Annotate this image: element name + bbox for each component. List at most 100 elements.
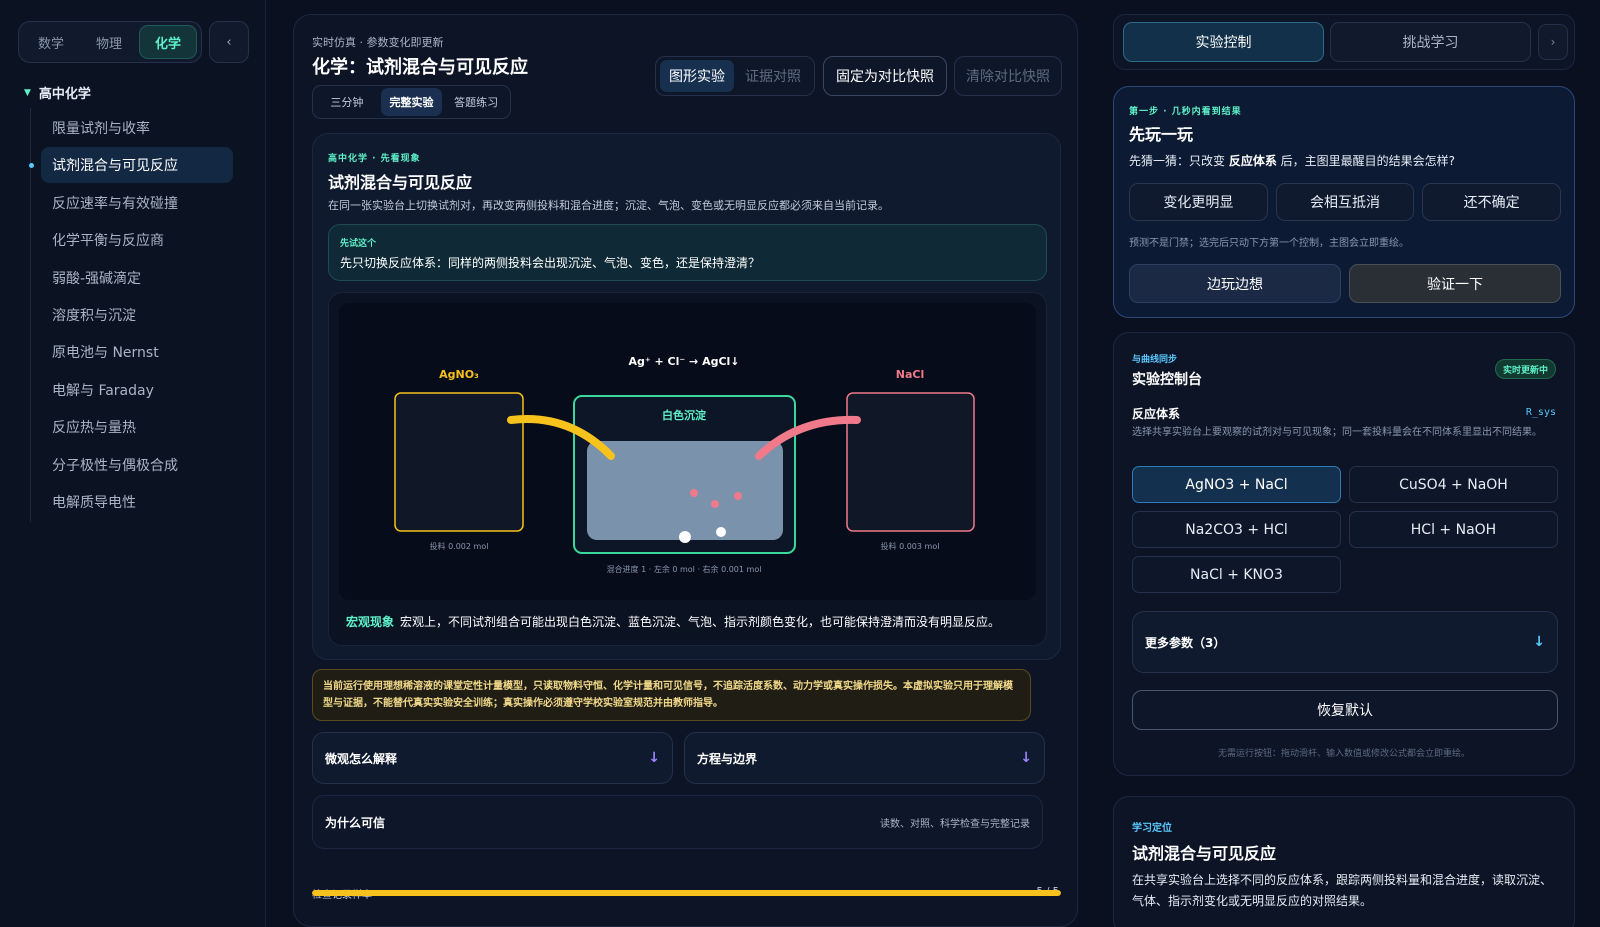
guess-options: 变化更明显 会相互抵消 还不确定 [1129, 183, 1562, 221]
control-footnote: 无需运行按钮：拖动滑杆、输入数值或修改公式都会立即重绘。 [1217, 749, 1470, 759]
particle-dot [734, 492, 742, 500]
learn-kicker: 学习定位 [1132, 823, 1172, 834]
right-beaker-label: NaCl [896, 368, 924, 381]
reaction-options: AgNO3 + NaCl CuSO4 + NaOH Na2CO3 + HCl H… [1132, 466, 1558, 593]
accordion-label: 微观怎么解释 [325, 751, 398, 766]
reaction-system-description: 选择共享实验台上要观察的试剂对与可见现象；同一套投料量会在不同体系里显出不同结果… [1132, 427, 1542, 438]
play-title: 先玩一玩 [1129, 125, 1194, 144]
topic-item[interactable]: 分子极性与偶极合成 [41, 447, 233, 483]
topic-item[interactable]: 弱酸-强碱滴定 [41, 260, 233, 296]
arrow-down-icon: ↓ [1533, 634, 1545, 650]
topic-item[interactable]: 电解与 Faraday [41, 372, 233, 408]
view-graphic-button[interactable]: 图形实验 [660, 60, 734, 92]
option-cuso4-naoh[interactable]: CuSO4 + NaOH [1349, 466, 1558, 503]
macro-observation: 宏观现象 宏观上，不同试剂组合可能出现白色沉淀、蓝色沉淀、气泡、指示剂颜色变化，也… [346, 613, 1000, 630]
arrow-down-icon: ↓ [1020, 750, 1032, 766]
view-evidence-button[interactable]: 证据对照 [736, 60, 810, 92]
accordion-micro-explanation[interactable]: 微观怎么解释 ↓ [312, 732, 673, 784]
view-toggle: 图形实验 证据对照 [655, 56, 815, 96]
tree-group-title: 高中化学 [38, 87, 91, 102]
play-question: 先猜一猜：只改变 反应体系 后，主图里最醒目的结果会怎样? [1129, 152, 1455, 169]
guess-cancel-out-button[interactable]: 会相互抵消 [1275, 183, 1415, 221]
option-hcl-naoh[interactable]: HCl + NaOH [1349, 511, 1558, 548]
chevron-down-icon: ▼ [24, 87, 31, 98]
tree-group-toggle[interactable]: ▼ 高中化学 [24, 83, 91, 102]
left-beaker [394, 392, 524, 532]
tab-challenge-learning[interactable]: 挑战学习 [1330, 22, 1531, 62]
play-kicker: 第一步 · 几秒内看到结果 [1129, 107, 1242, 117]
option-nacl-kno3[interactable]: NaCl + KNO3 [1132, 556, 1341, 593]
page-kicker: 实时仿真 · 参数变化即更新 [312, 36, 444, 49]
mode-tab-quiz[interactable]: 答题练习 [445, 88, 507, 116]
mixing-liquid [587, 441, 783, 540]
chevron-left-icon: ‹ [226, 34, 232, 50]
page-title: 化学：试剂混合与可见反应 [312, 57, 528, 78]
live-status-badge: 实时更新中 [1494, 359, 1556, 379]
topic-item[interactable]: 电解质导电性 [41, 484, 233, 520]
macro-text: 宏观上，不同试剂组合可能出现白色沉淀、蓝色沉淀、气泡、指示剂颜色变化，也可能保持… [400, 615, 1001, 629]
topic-list: 限量试剂与收率 试剂混合与可见反应 反应速率与有效碰撞 化学平衡与反应商 弱酸-… [29, 110, 233, 521]
nav-next-button[interactable]: › [1538, 24, 1568, 60]
experiment-kicker: 高中化学 · 先看现象 [328, 154, 421, 164]
left-feed-caption: 投料 0.002 mol [430, 541, 489, 551]
mode-tab-three-minutes[interactable]: 三分钟 [316, 88, 378, 116]
particle-dot [690, 489, 698, 497]
right-top-nav: 实验控制 挑战学习 › [1113, 14, 1575, 70]
guess-more-obvious-button[interactable]: 变化更明显 [1129, 183, 1268, 221]
subject-tab-physics[interactable]: 物理 [81, 25, 137, 59]
trust-row[interactable]: 为什么可信 读数、对照、科学检查与完整记录 [312, 795, 1043, 849]
tab-experiment-control[interactable]: 实验控制 [1123, 22, 1324, 62]
particle-dot [711, 500, 719, 508]
option-agno3-nacl[interactable]: AgNO3 + NaCl [1132, 466, 1341, 503]
hint-kicker: 先试这个 [340, 239, 377, 249]
collapse-sidebar-button[interactable]: ‹ [209, 21, 249, 63]
play-and-think-button[interactable]: 边玩边想 [1129, 264, 1341, 303]
option-na2co3-hcl[interactable]: Na2CO3 + HCl [1132, 511, 1341, 548]
pin-snapshot-button[interactable]: 固定为对比快照 [823, 56, 947, 96]
reaction-system-symbol: R_sys [1525, 407, 1556, 418]
question-emphasis: 反应体系 [1228, 154, 1277, 168]
topic-item[interactable]: 溶度积与沉淀 [41, 297, 233, 333]
precipitate-dot [716, 527, 726, 537]
subject-tab-chemistry[interactable]: 化学 [139, 25, 197, 59]
sample-progress-bar [312, 890, 1061, 896]
more-params-toggle[interactable]: 更多参数（3） ↓ [1132, 611, 1558, 673]
subject-tab-math[interactable]: 数学 [23, 25, 79, 59]
play-note: 预测不是门禁；选完后只动下方第一个控制，主图会立即重绘。 [1129, 238, 1409, 249]
question-text: 后，主图里最醒目的结果会怎样? [1276, 154, 1456, 168]
experiment-title: 试剂混合与可见反应 [328, 173, 473, 192]
reset-defaults-button[interactable]: 恢复默认 [1132, 690, 1558, 730]
topic-item[interactable]: 原电池与 Nernst [41, 334, 233, 370]
topic-item[interactable]: 反应热与量热 [41, 409, 233, 445]
mode-tabs: 三分钟 完整实验 答题练习 [312, 85, 511, 119]
experiment-card: 高中化学 · 先看现象 试剂混合与可见反应 在同一张实验台上切换试剂对，再改变两… [312, 133, 1061, 660]
reaction-diagram: Ag⁺ + Cl⁻ → AgCl↓ AgNO₃ NaCl 白色沉淀 投料 0.0… [394, 355, 975, 574]
macro-tag: 宏观现象 [346, 615, 395, 629]
precipitate-label: 白色沉淀 [662, 408, 707, 422]
topic-item-active[interactable]: 试剂混合与可见反应 [29, 147, 233, 184]
learn-description: 在共享实验台上选择不同的反应体系，跟踪两侧投料量和混合进度，读取沉淀、气体、指示… [1132, 873, 1553, 908]
model-warning: 当前运行使用理想稀溶液的课堂定性计量模型，只读取物料守恒、化学计量和可见信号，不… [312, 669, 1031, 721]
topic-item[interactable]: 限量试剂与收率 [41, 110, 233, 146]
guess-unsure-button[interactable]: 还不确定 [1422, 183, 1562, 221]
accordion-label: 方程与边界 [697, 751, 758, 766]
sample-progress-fill [312, 890, 1061, 896]
tree-guide-line [30, 108, 31, 522]
precipitate-dot [679, 531, 691, 543]
subject-tabs: 数学 物理 化学 [18, 21, 202, 63]
topic-item[interactable]: 反应速率与有效碰撞 [41, 185, 233, 221]
reaction-system-label: 反应体系 [1132, 407, 1181, 421]
experiment-stage: Ag⁺ + Cl⁻ → AgCl↓ AgNO₃ NaCl 白色沉淀 投料 0.0… [328, 292, 1047, 646]
topic-item[interactable]: 化学平衡与反应商 [41, 222, 233, 258]
control-panel-card: 与曲线同步 实验控制台 实时更新中 反应体系 R_sys 选择共享实验台上要观察… [1113, 332, 1575, 776]
equation-label: Ag⁺ + Cl⁻ → AgCl↓ [628, 355, 739, 368]
experiment-description: 在同一张实验台上切换试剂对，再改变两侧投料和混合进度；沉淀、气泡、变色或无明显反… [328, 199, 889, 212]
question-text: 先猜一猜：只改变 [1129, 154, 1229, 168]
verify-button[interactable]: 验证一下 [1349, 264, 1561, 303]
mode-tab-full-experiment[interactable]: 完整实验 [380, 88, 443, 116]
accordion-equations-bounds[interactable]: 方程与边界 ↓ [684, 732, 1045, 784]
learn-title: 试剂混合与可见反应 [1132, 844, 1277, 863]
clear-snapshot-button[interactable]: 清除对比快照 [954, 56, 1062, 96]
control-title: 实验控制台 [1132, 372, 1202, 388]
arrow-down-icon: ↓ [648, 750, 660, 766]
